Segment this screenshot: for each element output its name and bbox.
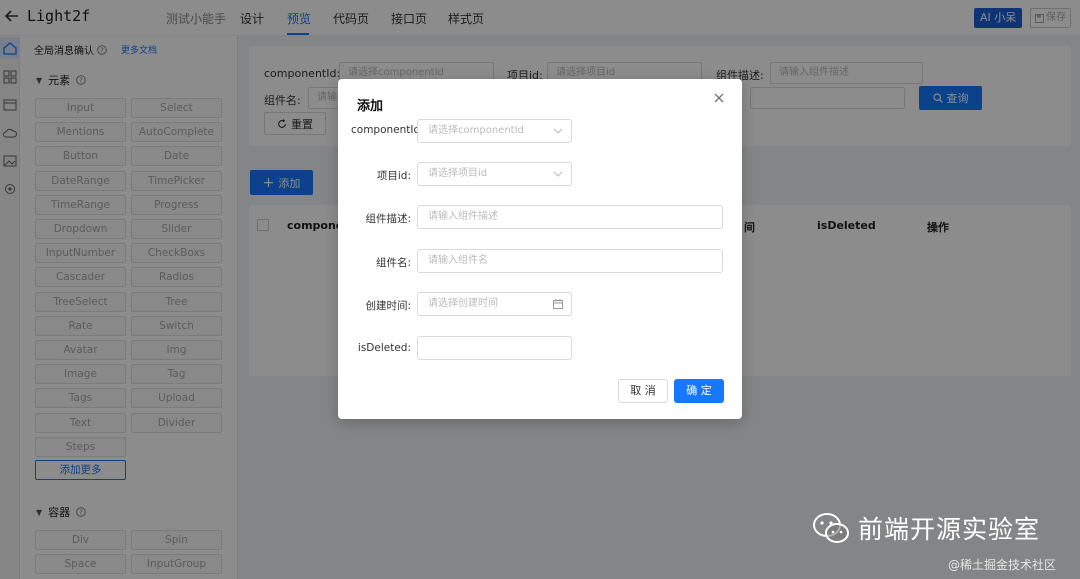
close-icon[interactable]: [712, 91, 726, 105]
projectid-label: 项目id:: [376, 170, 411, 182]
projectid-placeholder: 请选择项目id: [428, 168, 488, 179]
watermark-title: 前端开源实验室: [858, 515, 1041, 544]
componentid-select[interactable]: 请选择componentId: [417, 119, 572, 143]
description-label: 组件描述:: [365, 213, 411, 225]
description-input[interactable]: 请输入组件描述: [417, 205, 723, 229]
calendar-icon: [553, 299, 563, 309]
isdeleted-input[interactable]: [417, 336, 572, 360]
add-modal: 添加 componentIc 请选择componentId 项目id: 请选择项…: [338, 79, 742, 419]
projectid-select[interactable]: 请选择项目id: [417, 162, 572, 186]
create-time-label: 创建时间:: [365, 300, 411, 312]
componentid-label: componentIc: [351, 124, 419, 136]
modal-title: 添加: [357, 99, 384, 114]
confirm-button[interactable]: 确 定: [674, 379, 724, 403]
isdeleted-label: isDeleted:: [357, 342, 411, 354]
chevron-down-icon: [553, 128, 563, 134]
chevron-down-icon: [553, 171, 563, 177]
cancel-button[interactable]: 取 消: [618, 379, 668, 403]
componentid-placeholder: 请选择componentId: [428, 125, 524, 136]
wechat-logo-icon: [813, 513, 849, 543]
component-name-label: 组件名:: [375, 257, 411, 269]
watermark-subtitle: @稀土掘金技术社区: [948, 558, 1057, 572]
component-name-input[interactable]: 请输入组件名: [417, 249, 723, 273]
create-time-picker[interactable]: 请选择创建时间: [417, 292, 572, 316]
create-time-placeholder: 请选择创建时间: [428, 298, 498, 309]
